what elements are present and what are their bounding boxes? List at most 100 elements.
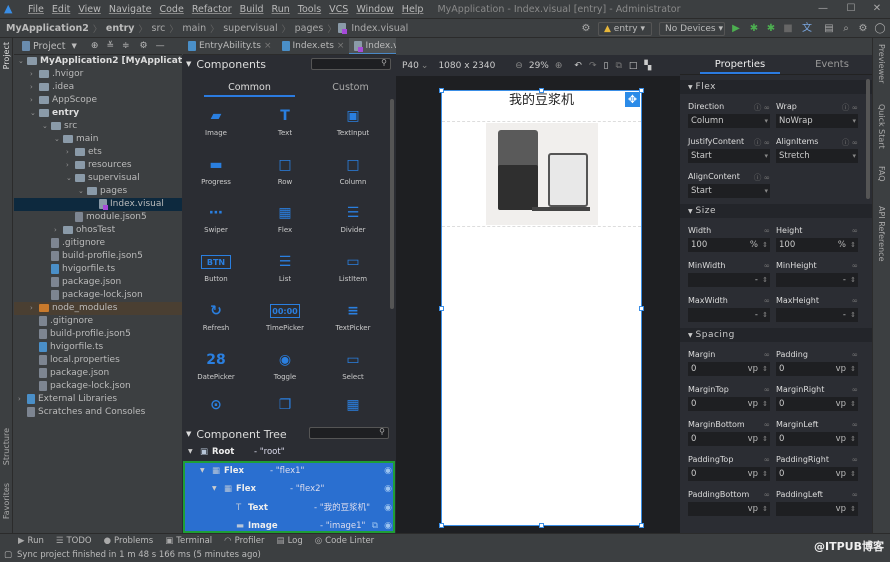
component-item[interactable]: □ Column	[319, 156, 387, 186]
unit-label[interactable]: vp	[748, 502, 758, 516]
chevron-right-icon[interactable]: ›	[18, 393, 27, 406]
property-input[interactable]: 0 vp ⇕	[776, 362, 858, 376]
property-input[interactable]: - ⇕	[776, 273, 858, 287]
chevron-right-icon[interactable]: ›	[66, 159, 75, 172]
tree-item[interactable]: Scratches and Consoles	[14, 406, 182, 419]
unit-label[interactable]: -	[755, 308, 758, 322]
unit-label[interactable]: -	[843, 308, 846, 322]
stop-icon[interactable]: ■	[782, 22, 794, 35]
editor-tab[interactable]: Index.ets ×	[277, 38, 350, 54]
component-item[interactable]: ⊙	[182, 396, 250, 418]
link-icon[interactable]: ∞	[852, 385, 858, 394]
gear-icon[interactable]: ⚙	[140, 41, 148, 51]
zoom-out-icon[interactable]: ⊖	[515, 61, 523, 71]
link-icon[interactable]: ∞	[852, 350, 858, 359]
quick-start-tool-button[interactable]: Quick Start	[877, 104, 886, 149]
component-tree-search-input[interactable]: ⚲	[309, 427, 389, 439]
tool-window-code-linter[interactable]: ◎ Code Linter	[315, 536, 374, 546]
editor-tab[interactable]: EntryAbility.ts ×	[183, 38, 277, 54]
tree-item[interactable]: › AppScope	[14, 94, 182, 107]
tab-common[interactable]: Common	[204, 79, 295, 97]
tree-item[interactable]: › resources	[14, 159, 182, 172]
menu-item[interactable]: Help	[398, 4, 428, 15]
chevron-right-icon[interactable]: ›	[30, 68, 39, 81]
menu-item[interactable]: Code	[155, 4, 187, 15]
tool-window-todo[interactable]: ☰ TODO	[56, 536, 92, 546]
module-select[interactable]: ▲ entry ▾	[598, 22, 652, 36]
tab-custom[interactable]: Custom	[305, 79, 396, 97]
link-icon[interactable]: ∞	[852, 261, 858, 270]
properties-scrollbar[interactable]	[866, 79, 870, 199]
component-item[interactable]: ▰ Image	[182, 107, 250, 137]
favorites-tool-button[interactable]: Favorites	[2, 483, 11, 519]
faq-tool-button[interactable]: FAQ	[877, 166, 886, 182]
resize-handle[interactable]	[639, 306, 644, 311]
link-icon[interactable]: ∞	[852, 226, 858, 235]
component-item[interactable]: 00:00 TimePicker	[251, 302, 319, 332]
help-link-icon[interactable]: ⓘ ∞	[754, 172, 770, 183]
property-input[interactable]: 0 vp ⇕	[776, 397, 858, 411]
stepper-icon[interactable]: ⇕	[762, 432, 768, 446]
collapse-icon[interactable]: ▼	[688, 332, 696, 339]
minimize-icon[interactable]: —	[810, 0, 836, 19]
frame-icon[interactable]: □	[629, 61, 638, 71]
component-item[interactable]: ◉ Toggle	[251, 351, 319, 381]
chevron-right-icon[interactable]: ›	[30, 94, 39, 107]
menu-item[interactable]: Edit	[48, 4, 74, 15]
resize-handle[interactable]	[539, 88, 544, 93]
property-input[interactable]: - ⇕	[776, 308, 858, 322]
project-tool-button[interactable]: Project	[2, 42, 11, 69]
collapse-icon[interactable]: ▼	[186, 430, 191, 438]
chevron-down-icon[interactable]: ⌄	[421, 61, 429, 71]
tab-events[interactable]: Events	[792, 55, 872, 74]
locate-icon[interactable]: ⊕	[91, 41, 99, 51]
link-icon[interactable]: ∞	[764, 261, 770, 270]
link-icon[interactable]: ∞	[764, 296, 770, 305]
chevron-down-icon[interactable]: ▼	[188, 443, 193, 461]
target-icon[interactable]: ⚙	[580, 22, 592, 35]
stepper-icon[interactable]: ⇕	[762, 467, 768, 481]
stepper-icon[interactable]: ⇕	[762, 397, 768, 411]
unit-label[interactable]: -	[755, 273, 758, 287]
stepper-icon[interactable]: ⇕	[850, 467, 856, 481]
resize-handle[interactable]	[439, 306, 444, 311]
tree-item[interactable]: package-lock.json	[14, 380, 182, 393]
property-input[interactable]: 100% ⇕	[688, 238, 770, 252]
previewer-tool-button[interactable]: Previewer	[877, 44, 886, 83]
visibility-eye-icon[interactable]: ◉	[384, 480, 392, 498]
breadcrumb-item[interactable]: src	[150, 23, 168, 34]
device-select[interactable]: No Devices ▾	[659, 22, 725, 36]
spacing-section-header[interactable]: ▼ Spacing	[680, 328, 872, 342]
property-input[interactable]: vp ⇕	[776, 502, 858, 516]
property-select[interactable]: Stretch ▾	[776, 149, 858, 163]
component-item[interactable]: ❐	[251, 396, 319, 418]
property-input[interactable]: 0 vp ⇕	[688, 397, 770, 411]
property-select[interactable]: Column ▾	[688, 114, 770, 128]
tree-item[interactable]: local.properties	[14, 354, 182, 367]
attach-debugger-icon[interactable]: ✱	[765, 22, 777, 35]
tree-item[interactable]: hvigorfile.ts	[14, 341, 182, 354]
collapse-icon[interactable]: ▼	[688, 208, 696, 215]
tree-item[interactable]: › .idea	[14, 81, 182, 94]
component-item[interactable]: ▭ Select	[319, 351, 387, 381]
property-select[interactable]: NoWrap ▾	[776, 114, 858, 128]
link-icon[interactable]: ∞	[764, 350, 770, 359]
stepper-icon[interactable]: ⇕	[850, 362, 856, 376]
menu-item[interactable]: VCS	[325, 4, 352, 15]
editor-tab[interactable]: Index.visual×	[349, 38, 396, 54]
preview-text[interactable]: 我的豆浆机	[442, 91, 641, 122]
tool-window-run[interactable]: ▶ Run	[18, 536, 44, 546]
project-structure-icon[interactable]: ▤	[823, 22, 835, 35]
unit-label[interactable]: %	[838, 238, 846, 252]
property-input[interactable]: 0 vp ⇕	[776, 467, 858, 481]
chevron-down-icon[interactable]: ⌄	[78, 185, 87, 198]
hide-icon[interactable]: —	[156, 41, 165, 51]
link-icon[interactable]: ∞	[852, 296, 858, 305]
property-input[interactable]: vp ⇕	[688, 502, 770, 516]
maximize-icon[interactable]: ☐	[838, 0, 864, 19]
menu-item[interactable]: Run	[268, 4, 294, 15]
stepper-icon[interactable]: ⇕	[762, 502, 768, 516]
property-input[interactable]: - ⇕	[688, 273, 770, 287]
unit-label[interactable]: %	[750, 238, 758, 252]
menu-item[interactable]: File	[24, 4, 48, 15]
